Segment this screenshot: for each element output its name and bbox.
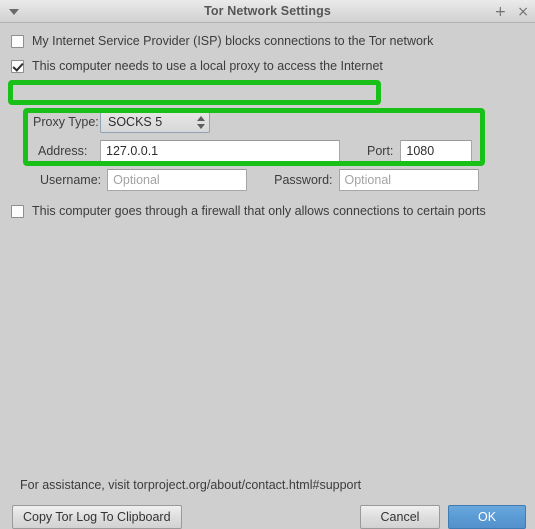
plus-icon[interactable]: +: [495, 5, 507, 19]
cancel-button[interactable]: Cancel: [360, 505, 440, 529]
password-label: Password:: [274, 173, 333, 187]
isp-blocks-label: My Internet Service Provider (ISP) block…: [32, 34, 434, 48]
proxy-type-row: Proxy Type: SOCKS 5: [33, 111, 210, 133]
proxy-type-value: SOCKS 5: [108, 115, 163, 129]
local-proxy-label: This computer needs to use a local proxy…: [32, 59, 383, 73]
address-input[interactable]: 127.0.0.1: [100, 140, 340, 162]
firewall-label: This computer goes through a firewall th…: [32, 204, 486, 218]
spinner-arrows-icon[interactable]: [189, 115, 205, 129]
address-label: Address:: [38, 144, 88, 158]
password-input[interactable]: Optional: [338, 169, 479, 191]
ok-button[interactable]: OK: [448, 505, 526, 529]
copy-tor-log-button[interactable]: Copy Tor Log To Clipboard: [12, 505, 182, 529]
close-icon[interactable]: ×: [517, 5, 529, 19]
proxy-credentials-row: Username: Optional Password: Optional: [40, 169, 479, 191]
firewall-checkbox-row[interactable]: This computer goes through a firewall th…: [11, 204, 486, 218]
triangle-down-icon: [9, 8, 19, 15]
title-bar: Tor Network Settings + ×: [0, 0, 535, 23]
assistance-text: For assistance, visit torproject.org/abo…: [20, 478, 362, 492]
port-label: Port:: [367, 144, 394, 158]
dialog-content: My Internet Service Provider (ISP) block…: [0, 23, 535, 529]
isp-blocks-checkbox[interactable]: [11, 34, 24, 48]
username-input[interactable]: Optional: [107, 169, 248, 191]
chevron-down-icon: [197, 123, 205, 129]
local-proxy-checkbox[interactable]: [11, 59, 24, 73]
firewall-checkbox[interactable]: [11, 204, 24, 218]
port-input[interactable]: 1080: [400, 140, 473, 162]
local-proxy-checkbox-row[interactable]: This computer needs to use a local proxy…: [11, 59, 383, 73]
proxy-address-row: Address: 127.0.0.1 Port: 1080: [38, 140, 473, 162]
username-label: Username:: [40, 173, 102, 187]
footer-right-actions: Cancel OK: [360, 505, 526, 529]
chevron-up-icon: [197, 115, 205, 121]
window-title: Tor Network Settings: [204, 4, 331, 18]
isp-blocks-checkbox-row[interactable]: My Internet Service Provider (ISP) block…: [11, 34, 433, 48]
footer-left-actions: Copy Tor Log To Clipboard: [12, 505, 182, 529]
proxy-type-select[interactable]: SOCKS 5: [100, 111, 210, 133]
window-controls: + ×: [495, 0, 529, 23]
proxy-type-label: Proxy Type:: [33, 115, 99, 129]
tor-network-settings-window: Tor Network Settings + × My Internet Ser…: [0, 0, 535, 529]
window-menu-button[interactable]: [5, 0, 23, 23]
annotation-highlight-local-proxy: [8, 80, 381, 105]
